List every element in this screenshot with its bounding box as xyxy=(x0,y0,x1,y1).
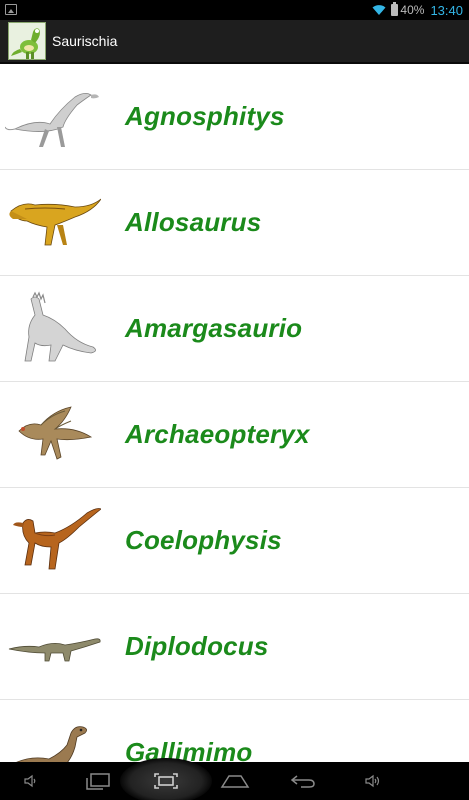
page-title: Saurischia xyxy=(52,33,118,49)
battery-status: 40% xyxy=(391,2,425,17)
image-notification-icon xyxy=(5,4,17,15)
item-label: Gallimimo xyxy=(125,737,253,762)
archaeopteryx-thumbnail xyxy=(3,395,103,475)
agnosphitys-thumbnail xyxy=(3,77,103,157)
item-label: Allosaurus xyxy=(125,207,262,237)
gallimimo-thumbnail xyxy=(3,713,103,762)
recent-apps-icon[interactable] xyxy=(82,762,114,800)
status-time: 13:40 xyxy=(430,2,463,18)
item-label: Archaeopteryx xyxy=(125,419,310,449)
list-item[interactable]: Agnosphitys xyxy=(0,64,469,170)
wifi-icon xyxy=(372,4,386,16)
item-label: Diplodocus xyxy=(125,631,269,661)
item-label: Coelophysis xyxy=(125,525,282,555)
diplodocus-thumbnail xyxy=(3,607,103,687)
battery-icon xyxy=(391,2,399,16)
list-item[interactable]: Amargasaurio xyxy=(0,276,469,382)
amargasaurio-thumbnail xyxy=(3,289,103,369)
action-bar: Saurischia xyxy=(0,20,469,64)
item-label: Agnosphitys xyxy=(125,101,285,131)
item-label: Amargasaurio xyxy=(125,313,303,343)
allosaurus-thumbnail xyxy=(3,183,103,263)
home-icon[interactable] xyxy=(218,762,252,800)
list-item[interactable]: Coelophysis xyxy=(0,488,469,594)
navigation-bar xyxy=(0,758,469,800)
list-item[interactable]: Gallimimo xyxy=(0,700,469,762)
list-item[interactable]: Allosaurus xyxy=(0,170,469,276)
volume-up-icon[interactable] xyxy=(360,762,386,800)
dinosaur-list[interactable]: Agnosphitys Allosaurus Amargasaurio Arch… xyxy=(0,64,469,762)
list-item[interactable]: Archaeopteryx xyxy=(0,382,469,488)
dinosaur-app-icon[interactable] xyxy=(8,22,46,60)
screenshot-icon[interactable] xyxy=(149,762,183,800)
list-item[interactable]: Diplodocus xyxy=(0,594,469,700)
coelophysis-thumbnail xyxy=(3,501,103,581)
battery-percent: 40% xyxy=(400,3,425,17)
back-icon[interactable] xyxy=(286,762,320,800)
volume-down-icon[interactable] xyxy=(18,762,44,800)
status-bar: 40% 13:40 xyxy=(0,0,469,20)
